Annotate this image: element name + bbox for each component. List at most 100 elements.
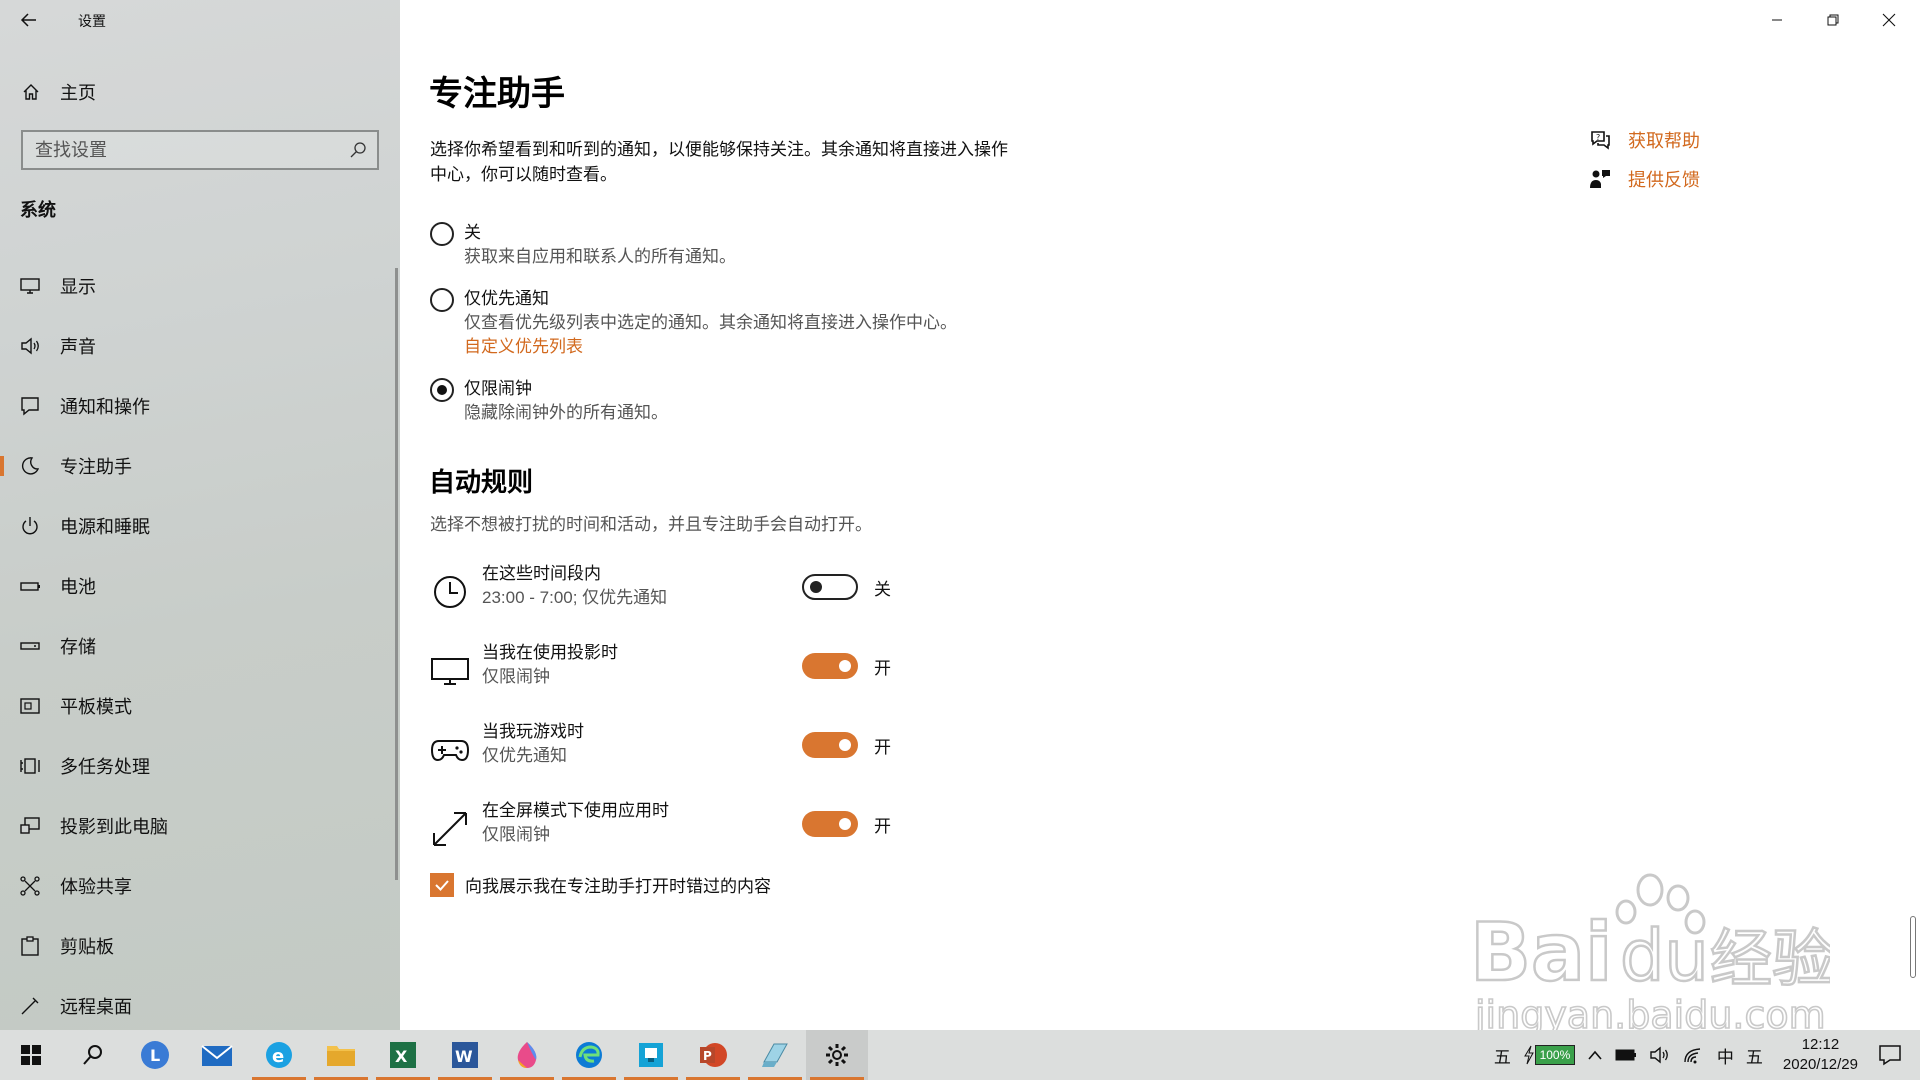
speaker-icon (1650, 1046, 1668, 1064)
svg-text:?: ? (1596, 133, 1600, 142)
sidebar-item-storage[interactable]: 存储 (0, 616, 400, 676)
battery-icon (20, 582, 40, 591)
monitor-icon (431, 658, 469, 685)
taskbar-app-powerpoint[interactable]: P (682, 1030, 744, 1080)
toggle-fullscreen[interactable] (802, 811, 858, 837)
taskbar-app-file-explorer[interactable] (310, 1030, 372, 1080)
sidebar-item-clipboard[interactable]: 剪贴板 (0, 916, 400, 976)
sidebar-item-label: 多任务处理 (60, 757, 150, 777)
rule-projecting[interactable]: 当我在使用投影时 仅限闹钟 开 (430, 641, 1030, 695)
missed-notifications-option[interactable]: 向我展示我在专注助手打开时错过的内容 (430, 872, 771, 897)
rule-subtitle: 23:00 - 7:00; 仅优先通知 (482, 588, 668, 607)
rule-gaming[interactable]: 当我玩游戏时 仅优先通知 开 (430, 720, 1030, 774)
toggle-state: 开 (874, 817, 891, 836)
search-input[interactable] (23, 132, 349, 168)
clock-time: 12:12 (1801, 1036, 1840, 1053)
taskbar-app-mail[interactable] (186, 1030, 248, 1080)
taskbar: L e X W P 五 100% 中 五 12:12 2020/12/29 (0, 1030, 1920, 1080)
ime-mode-indicator[interactable]: 五 (1746, 1043, 1763, 1068)
home-label: 主页 (60, 83, 96, 103)
sidebar-item-power[interactable]: 电源和睡眠 (0, 496, 400, 556)
taskbar-app-word[interactable]: W (434, 1030, 496, 1080)
charging-icon (1524, 1045, 1534, 1065)
svg-text:W: W (455, 1047, 473, 1066)
show-hidden-icons-button[interactable] (1587, 1049, 1603, 1061)
sidebar-item-label: 通知和操作 (60, 397, 150, 417)
taskbar-search-button[interactable] (62, 1030, 124, 1080)
edge-icon (576, 1042, 602, 1068)
clock[interactable]: 12:12 2020/12/29 (1783, 1035, 1858, 1075)
give-feedback-link[interactable]: 提供反馈 (1588, 166, 1700, 192)
taskbar-app-ie[interactable]: e (248, 1030, 310, 1080)
battery-indicator[interactable]: 100% (1523, 1045, 1575, 1065)
get-help-link[interactable]: ? 获取帮助 (1588, 127, 1700, 153)
option-priority-only[interactable]: 仅优先通知 仅查看优先级列表中选定的通知。其余通知将直接进入操作中心。 自定义优… (430, 287, 957, 359)
ime-indicator[interactable]: 五 (1494, 1043, 1511, 1068)
sidebar-item-display[interactable]: 显示 (0, 256, 400, 316)
sidebar-item-focus-assist[interactable]: 专注助手 (0, 436, 400, 496)
title-bar: 设置 (0, 0, 400, 40)
sidebar-item-tablet-mode[interactable]: 平板模式 (0, 676, 400, 736)
taskbar-app-settings[interactable] (806, 1030, 868, 1080)
taskbar-app-snip[interactable] (620, 1030, 682, 1080)
action-center-button[interactable] (1878, 1044, 1902, 1066)
rule-title: 当我在使用投影时 (482, 643, 618, 662)
option-alarms-only[interactable]: 仅限闹钟 隐藏除闹钟外的所有通知。 (430, 377, 668, 425)
mail-icon (201, 1045, 233, 1066)
sidebar-item-project[interactable]: 投影到此电脑 (0, 796, 400, 856)
radio-alarms-only[interactable] (430, 378, 454, 402)
sidebar-item-remote-desktop[interactable]: 远程桌面 (0, 976, 400, 1036)
svg-text:e: e (272, 1046, 284, 1067)
back-button[interactable] (14, 8, 44, 32)
rule-title: 当我玩游戏时 (482, 722, 584, 741)
rule-title: 在全屏模式下使用应用时 (482, 801, 669, 820)
toggle-time-period[interactable] (802, 574, 858, 600)
speaker-icon (21, 337, 39, 355)
search-box[interactable] (21, 130, 379, 170)
taskbar-app-edge[interactable] (558, 1030, 620, 1080)
option-title: 仅优先通知 (464, 289, 549, 308)
svg-text:Bai: Bai (1470, 906, 1612, 999)
option-off[interactable]: 关 获取来自应用和联系人的所有通知。 (430, 221, 736, 269)
storage-icon (20, 642, 40, 650)
start-button[interactable] (0, 1030, 62, 1080)
rule-time-period[interactable]: 在这些时间段内 23:00 - 7:00; 仅优先通知 关 (430, 562, 1030, 616)
taskbar-app-colorful[interactable] (496, 1030, 558, 1080)
sidebar-item-notifications[interactable]: 通知和操作 (0, 376, 400, 436)
radio-priority-only[interactable] (430, 288, 454, 312)
sidebar-item-shared-experiences[interactable]: 体验共享 (0, 856, 400, 916)
clock-icon (434, 576, 466, 608)
snip-icon (639, 1043, 663, 1067)
svg-text:经验: 经验 (1710, 922, 1830, 995)
power-status[interactable] (1615, 1048, 1637, 1062)
chevron-up-icon (1588, 1050, 1602, 1060)
toggle-gaming[interactable] (802, 732, 858, 758)
svg-text:du: du (1620, 915, 1709, 997)
sidebar-item-multitasking[interactable]: 多任务处理 (0, 736, 400, 796)
start-icon (21, 1045, 41, 1065)
give-feedback-label: 提供反馈 (1628, 170, 1700, 190)
missed-notifications-checkbox[interactable] (430, 872, 454, 897)
customize-priority-list-link[interactable]: 自定义优先列表 (464, 335, 957, 359)
system-tray: 五 100% 中 五 12:12 2020/12/29 (1488, 1030, 1920, 1080)
sidebar-item-label: 专注助手 (60, 457, 132, 477)
main-scrollbar[interactable] (1910, 916, 1916, 978)
sidebar-item-battery[interactable]: 电池 (0, 556, 400, 616)
taskbar-app-excel[interactable]: X (372, 1030, 434, 1080)
sidebar-item-home[interactable]: 主页 (0, 74, 400, 110)
toggle-projecting[interactable] (802, 653, 858, 679)
rule-fullscreen[interactable]: 在全屏模式下使用应用时 仅限闹钟 开 (430, 799, 1030, 853)
sidebar-item-sound[interactable]: 声音 (0, 316, 400, 376)
notebook-icon (762, 1043, 788, 1067)
sidebar-scrollbar[interactable] (395, 268, 398, 880)
auto-rules-title: 自动规则 (429, 467, 534, 497)
search-icon[interactable] (349, 141, 367, 159)
taskbar-app-lenovo[interactable]: L (124, 1030, 186, 1080)
network-button[interactable] (1683, 1045, 1705, 1065)
remote-desktop-icon (21, 997, 39, 1015)
volume-button[interactable] (1649, 1045, 1671, 1065)
ie-icon: e (266, 1042, 292, 1068)
taskbar-app-notebook[interactable] (744, 1030, 806, 1080)
radio-off[interactable] (430, 222, 454, 246)
language-indicator[interactable]: 中 (1717, 1043, 1734, 1068)
